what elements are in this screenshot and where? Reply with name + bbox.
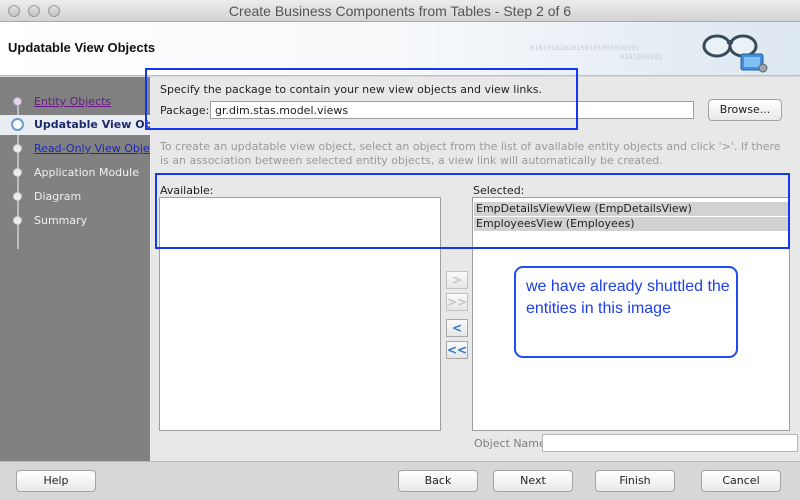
nav-step-label: Entity Objects [34,95,112,108]
object-name-label: Object Name: [474,437,550,450]
cancel-button[interactable]: Cancel [701,470,781,492]
nav-step-read-only-view-objects[interactable]: Read-Only View Objects [0,139,166,159]
annotation-callout: we have already shuttled the entities in… [514,266,738,358]
finish-button[interactable]: Finish [595,470,675,492]
wizard-step-nav: Entity Objects Updatable View Objects Re… [0,77,182,461]
annotation-highlight-package [145,68,578,130]
page-title: Updatable View Objects [8,40,156,55]
nav-step-diagram: Diagram [0,187,150,207]
binary-decoration: 01010101010100101001010101 0101010101 [530,44,663,61]
nav-step-entity-objects[interactable]: Entity Objects [0,92,150,112]
next-button[interactable]: Next [493,470,573,492]
current-step-icon [11,118,24,131]
help-button[interactable]: Help [16,470,96,492]
shuttle-add-button[interactable]: > [446,271,468,289]
visited-step-icon [13,97,22,106]
wizard-footer: Help Back Next Finish Cancel [0,461,800,500]
shuttle-remove-all-button[interactable]: << [446,341,468,359]
shuttle-remove-button[interactable]: < [446,319,468,337]
nav-step-updatable-view-objects[interactable]: Updatable View Objects [0,115,182,135]
shuttle-add-all-button[interactable]: >> [446,293,468,311]
nav-step-label: Summary [34,214,88,227]
wizard-glasses-icon [702,34,768,73]
window-titlebar: Create Business Components from Tables -… [0,0,800,22]
step-icon [13,168,22,177]
back-button[interactable]: Back [398,470,478,492]
window-title: Create Business Components from Tables -… [228,3,572,19]
browse-button[interactable]: Browse... [708,99,782,121]
nav-step-summary: Summary [0,211,150,231]
step-icon [13,216,22,225]
nav-step-label: Application Module [34,166,139,179]
annotation-highlight-lists [155,173,790,249]
nav-step-application-module: Application Module [0,163,150,183]
annotation-text: we have already shuttled the entities in… [526,278,730,317]
instructions-text: To create an updatable view object, sele… [160,140,781,167]
step-icon [13,192,22,201]
nav-step-label: Diagram [34,190,82,203]
object-name-input[interactable] [542,434,798,452]
nav-step-label: Read-Only View Objects [34,142,166,155]
step-icon [13,144,22,153]
